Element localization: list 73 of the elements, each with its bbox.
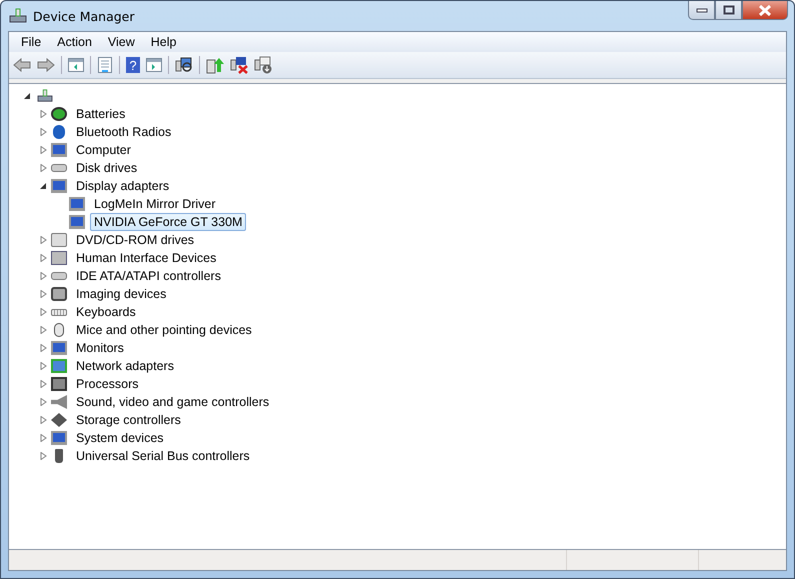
plug-icon [55,449,63,463]
tree-item[interactable]: Bluetooth Radios [72,123,176,141]
tree-item[interactable]: Storage controllers [72,411,185,429]
tree-item[interactable]: IDE ATA/ATAPI controllers [72,267,225,285]
expand-triangle-icon[interactable] [40,128,47,136]
tree-item[interactable]: Display adapters [72,177,174,195]
tree-item[interactable]: NVIDIA GeForce GT 330M [90,213,246,231]
monitor-icon [51,341,67,355]
expand-triangle-icon[interactable] [40,362,47,370]
minimize-icon [696,7,708,13]
expand-triangle-icon[interactable] [40,146,47,154]
tree-item[interactable]: Monitors [72,339,128,357]
chip-icon [51,377,67,391]
menu-item[interactable]: Action [49,35,100,49]
monitor-icon [51,431,67,445]
tree-item[interactable]: Universal Serial Bus controllers [72,447,254,465]
close-button[interactable] [742,1,788,20]
help-icon[interactable]: ? [126,57,140,73]
expand-triangle-icon[interactable] [40,380,47,388]
mouse-icon [54,323,64,337]
minimize-button[interactable] [688,1,715,20]
monitor-icon [69,215,85,229]
close-icon [758,4,772,16]
tree-item[interactable]: Human Interface Devices [72,249,220,267]
drive-icon [51,164,67,172]
disable-icon[interactable] [254,56,272,74]
maximize-icon [722,5,734,15]
tree-item[interactable]: Processors [72,375,143,393]
window-pane-icon[interactable] [146,58,162,72]
expand-triangle-icon[interactable] [40,326,47,334]
tree-item[interactable]: DVD/CD-ROM drives [72,231,198,249]
uninstall-icon[interactable] [230,56,248,74]
collapse-triangle-icon[interactable] [24,92,31,100]
expand-triangle-icon[interactable] [40,254,47,262]
window-pane-icon[interactable] [68,58,84,72]
tree-item[interactable]: System devices [72,429,168,447]
maximize-button[interactable] [715,1,742,20]
collapse-triangle-icon[interactable] [40,182,47,190]
expand-triangle-icon[interactable] [40,398,47,406]
expand-triangle-icon[interactable] [40,308,47,316]
tree-item[interactable]: LogMeIn Mirror Driver [90,195,220,213]
back-icon[interactable] [13,58,31,72]
expand-triangle-icon[interactable] [40,110,47,118]
properties-icon[interactable] [97,57,113,73]
tree-item[interactable]: Disk drives [72,159,142,177]
expand-triangle-icon[interactable] [40,290,47,298]
expand-triangle-icon[interactable] [40,452,47,460]
monitor-icon [51,143,67,157]
tree-item[interactable]: Imaging devices [72,285,170,303]
menu-item[interactable]: File [13,35,50,49]
expand-triangle-icon[interactable] [40,272,47,280]
expand-triangle-icon[interactable] [40,434,47,442]
expand-triangle-icon[interactable] [40,344,47,352]
computer-icon [37,89,53,103]
window-title: Device Manager [33,8,135,24]
monitor-icon [51,179,67,193]
forward-icon[interactable] [37,58,55,72]
tree-item[interactable]: Batteries [72,105,130,123]
tree-item[interactable]: Computer [72,141,135,159]
monitor-icon [69,197,85,211]
expand-triangle-icon[interactable] [40,236,47,244]
tree-item[interactable]: Network adapters [72,357,178,375]
computer-icon [9,8,27,24]
update-driver-icon[interactable] [206,56,224,74]
expand-triangle-icon[interactable] [40,416,47,424]
scan-icon[interactable] [175,57,193,73]
tree-item[interactable]: Mice and other pointing devices [72,321,256,339]
expand-triangle-icon[interactable] [40,164,47,172]
tree-item[interactable]: Sound, video and game controllers [72,393,274,411]
menu-item[interactable]: Help [142,35,184,49]
tree-item[interactable]: Keyboards [72,303,140,321]
drive-icon [51,272,67,280]
menu-item[interactable]: View [100,35,143,49]
